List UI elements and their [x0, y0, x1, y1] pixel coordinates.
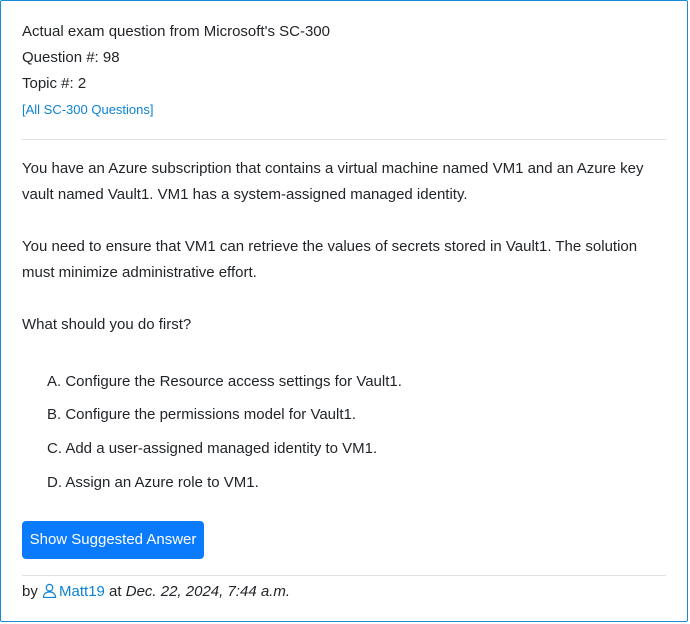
- user-icon: [42, 583, 57, 603]
- show-suggested-answer-button[interactable]: Show Suggested Answer: [22, 521, 204, 559]
- choice-c[interactable]: C. Add a user-assigned managed identity …: [47, 440, 377, 458]
- question-card: Actual exam question from Microsoft's SC…: [0, 0, 688, 622]
- question-paragraph-1: You have an Azure subscription that cont…: [22, 160, 644, 203]
- exam-title: Actual exam question from Microsoft's SC…: [22, 23, 330, 40]
- all-questions-link[interactable]: [All SC-300 Questions]: [22, 102, 154, 118]
- choice-d[interactable]: D. Assign an Azure role to VM1.: [47, 474, 259, 492]
- question-prompt: What should you do first?: [22, 316, 192, 333]
- post-date: Dec. 22, 2024, 7:44 a.m.: [125, 583, 291, 600]
- choice-b[interactable]: B. Configure the permissions model for V…: [47, 406, 356, 424]
- author-link[interactable]: Matt19: [42, 583, 109, 600]
- author-name: Matt19: [59, 583, 105, 600]
- question-number: Question #: 98: [22, 49, 120, 66]
- header-divider: [22, 139, 666, 140]
- footer-divider: [22, 575, 666, 576]
- topic-number: Topic #: 2: [22, 75, 87, 92]
- at-label: at: [109, 583, 122, 600]
- by-label: by: [22, 583, 38, 600]
- post-meta: by Matt19 at Dec. 22, 2024, 7:44 a.m.: [22, 583, 290, 603]
- question-paragraph-2: You need to ensure that VM1 can retrieve…: [22, 238, 638, 281]
- choice-a[interactable]: A. Configure the Resource access setting…: [47, 373, 402, 391]
